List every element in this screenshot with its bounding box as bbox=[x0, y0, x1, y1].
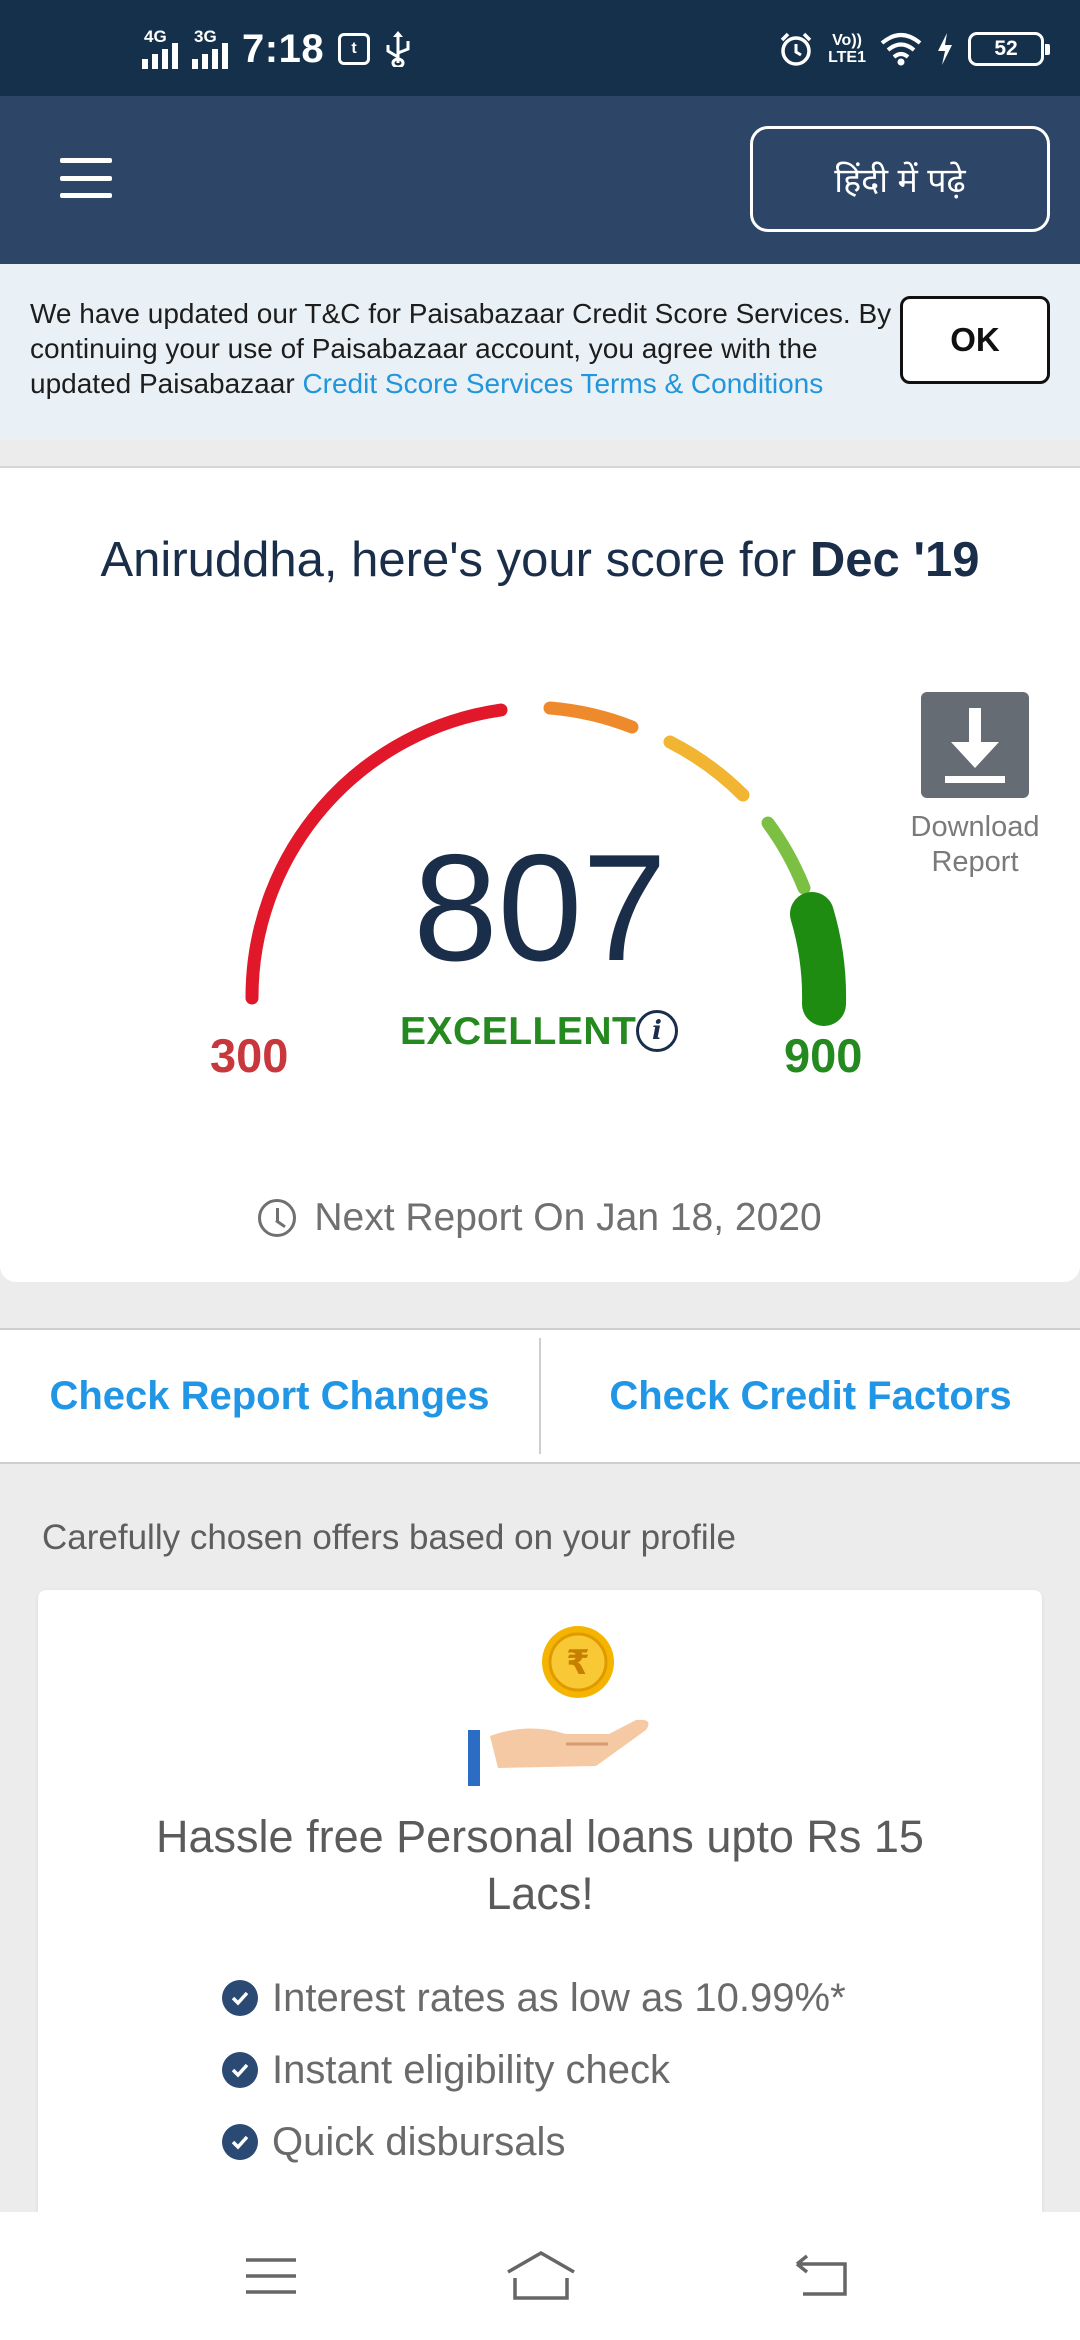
next-report-info: Next Report On Jan 18, 2020 bbox=[0, 1196, 1080, 1240]
benefit-item: Interest rates as low as 10.99%* bbox=[222, 1962, 846, 2034]
app-header: हिंदी में पढ़े bbox=[0, 96, 1080, 264]
offers-heading: Carefully chosen offers based on your pr… bbox=[42, 1518, 736, 1557]
gauge-max-label: 900 bbox=[784, 1029, 863, 1082]
benefit-item: Quick disbursals bbox=[222, 2106, 846, 2178]
download-report-label: Download Report bbox=[910, 811, 1040, 878]
alarm-icon bbox=[780, 32, 812, 66]
battery-level: 52 bbox=[994, 37, 1018, 60]
usb-icon bbox=[386, 31, 410, 67]
offer-benefits-list: Interest rates as low as 10.99%* Instant… bbox=[222, 1962, 846, 2178]
clock-time: 7:18 bbox=[242, 26, 325, 71]
battery-icon: 52 bbox=[968, 32, 1050, 66]
tnc-message: We have updated our T&C for Paisabazaar … bbox=[30, 298, 892, 399]
download-icon bbox=[921, 692, 1029, 798]
network-type-2: 3G bbox=[194, 27, 217, 46]
svg-text:₹: ₹ bbox=[566, 1643, 590, 1683]
charging-bolt-icon bbox=[938, 33, 952, 65]
clock-icon bbox=[258, 1199, 297, 1237]
system-nav-bar bbox=[0, 2212, 1080, 2340]
benefit-text: Quick disbursals bbox=[272, 2119, 566, 2164]
info-icon[interactable]: i bbox=[636, 1010, 678, 1052]
home-nav-icon[interactable] bbox=[496, 2244, 586, 2308]
check-credit-factors-link[interactable]: Check Credit Factors bbox=[541, 1330, 1080, 1462]
volte-indicator: Vo)) LTE1 bbox=[828, 32, 866, 66]
tnc-banner: We have updated our T&C for Paisabazaar … bbox=[0, 264, 1080, 440]
score-rating: EXCELLENT bbox=[400, 1010, 637, 1053]
offer-title: Hassle free Personal loans upto Rs 15 La… bbox=[156, 1811, 924, 1919]
score-card: Aniruddha, here's your score for Dec '19… bbox=[0, 466, 1080, 1282]
download-report-button[interactable]: Download Report bbox=[900, 692, 1050, 880]
gauge-min-label: 300 bbox=[210, 1029, 289, 1082]
hamburger-icon[interactable] bbox=[60, 158, 112, 198]
back-nav-icon[interactable] bbox=[778, 2244, 868, 2308]
checkmark-icon bbox=[222, 2124, 258, 2160]
read-in-hindi-button[interactable]: हिंदी में पढ़े bbox=[750, 126, 1050, 232]
ok-button[interactable]: OK bbox=[900, 296, 1050, 384]
gauge-yellow-segment bbox=[663, 735, 750, 802]
benefit-item: Instant eligibility check bbox=[222, 2034, 846, 2106]
signal-3g-icon: 3G bbox=[192, 27, 228, 69]
signal-4g-icon: 4G bbox=[142, 27, 178, 69]
coin-hand-icon: ₹ bbox=[468, 1626, 649, 1786]
menu-nav-icon[interactable] bbox=[226, 2244, 316, 2308]
tnc-link[interactable]: Credit Score Services Terms & Conditions bbox=[302, 368, 823, 399]
checkmark-icon bbox=[222, 2052, 258, 2088]
check-report-changes-link[interactable]: Check Report Changes bbox=[0, 1330, 539, 1462]
next-report-text: Next Report On Jan 18, 2020 bbox=[314, 1196, 822, 1239]
checkmark-icon bbox=[222, 1980, 258, 2016]
network-type-1: 4G bbox=[144, 27, 167, 46]
check-links-bar: Check Report Changes Check Credit Factor… bbox=[0, 1328, 1080, 1464]
benefit-text: Interest rates as low as 10.99%* bbox=[272, 1975, 846, 2020]
gauge-orange-segment bbox=[543, 701, 639, 734]
benefit-text: Instant eligibility check bbox=[272, 2047, 670, 2092]
status-bar: 4G 3G 7:18 t Vo)) LTE1 52 bbox=[0, 0, 1080, 96]
personal-loan-offer-card[interactable]: ₹ Hassle free Personal loans upto Rs 15 … bbox=[38, 1590, 1042, 2310]
wifi-icon bbox=[880, 33, 922, 66]
notification-app-icon: t bbox=[338, 33, 371, 65]
